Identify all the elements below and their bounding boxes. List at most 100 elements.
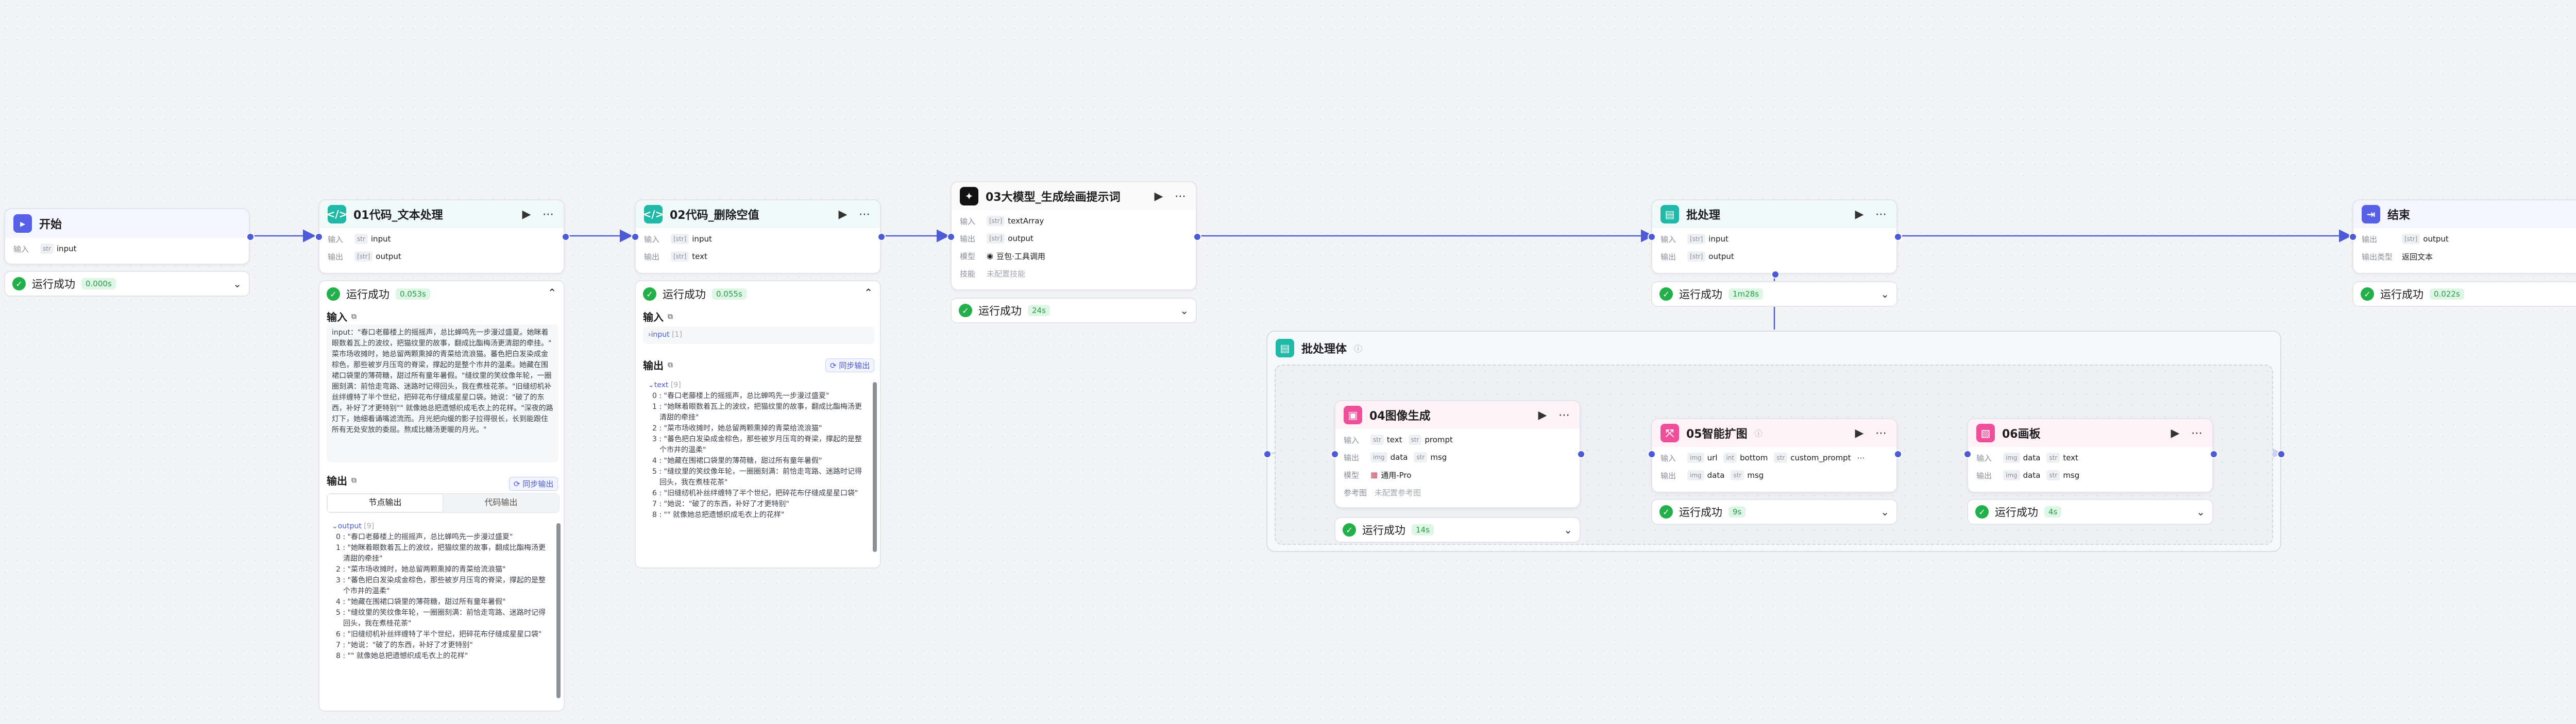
tab-code-output[interactable]: 代码输出 [443,494,559,512]
more-icon[interactable]: ⋯ [2190,427,2204,440]
in-port[interactable] [1963,450,1972,458]
input-section-title: 输入 [327,311,347,323]
output-item: 3 : "蕃色把白发染成金棕色，那些被岁月压弯的脊梁，撑起的是整个市井的温柔" [336,576,546,595]
in-port[interactable] [1648,450,1656,458]
output-item: 5 : "缝纹里的笑纹像年轮，一圈圈刻满：前恰走弯路、迷路时记得回头，我在煮桂花… [336,609,546,628]
batch-status[interactable]: ✓ 运行成功 1m28s ⌄ [1651,281,1897,307]
n05-status[interactable]: ✓ 运行成功 9s ⌄ [1651,499,1897,525]
out-port[interactable] [1193,233,1201,241]
start-node[interactable]: ▸ 开始 输入 str input [4,208,250,265]
output-item: 3 : "蕃色把白发染成金棕色，那些被岁月压弯的脊梁，撑起的是整个市井的温柔" [652,435,862,454]
node-title: 06画板 [2002,428,2041,441]
node-title: 批处理 [1686,209,1721,222]
copy-icon[interactable]: ⧉ [668,361,673,369]
output-item: 6 : "旧缝纫机补丝绊缠特了半个世纪，把碎花布仔缝成星星口袋" [652,489,858,497]
check-icon: ✓ [2361,287,2374,301]
out-port[interactable] [1894,450,1902,458]
output-item: 0 : "春口老藤楼上的摇摇声，总比蝉鸣先一步漫过盛夏" [652,392,829,400]
out-port[interactable] [2210,450,2218,458]
code-node-01[interactable]: </> 01代码_文本处理 ▶ ⋯ 输入 str input 输出 [str] ou… [318,199,565,274]
output-item: 4 : "她藏在围裙口袋里的薄荷糖，甜过所有童年暑假" [336,598,506,606]
run-icon[interactable]: ▶ [1852,427,1867,440]
llm-node-03[interactable]: ✦ 03大模型_生成绘画提示词 ▶ ⋯ 输入 [str] textArray 输出… [951,181,1197,290]
info-icon[interactable]: ⓘ [1354,342,1362,354]
output-item: 2 : "菜市场收摊时，她总留两颗熏掉的青菜给流浪猫" [652,424,822,433]
more-icon[interactable]: ⋯ [1557,409,1571,422]
canvas-node-06[interactable]: ▧ 06画板 ▶ ⋯ 输入 img data str text 输出 img data… [1967,418,2213,493]
run-icon[interactable]: ▶ [1151,190,1166,203]
group-in-port[interactable] [1263,450,1272,458]
node-title: 03大模型_生成绘画提示词 [986,191,1121,204]
in-port[interactable] [315,233,323,241]
input-label: 输入 [13,244,29,254]
more-icon[interactable]: ⋯ [857,208,872,221]
n06-status[interactable]: ✓ 运行成功 4s ⌄ [1967,499,2213,525]
in-port[interactable] [1331,450,1339,458]
chevron-down-icon[interactable]: ⌄ [1880,506,1889,518]
start-out-port[interactable] [246,233,255,241]
end-status[interactable]: ✓ 运行成功 0.022s ⌄ [2352,281,2576,307]
code-node-02[interactable]: </> 02代码_删除空值 ▶ ⋯ 输入 [str] input 输出 [str]… [635,199,881,274]
end-node[interactable]: ⇥ 结束 输出 [str] output 输出类型 返回文本 [2352,199,2576,274]
more-icon[interactable]: ⋯ [1874,427,1888,440]
chevron-down-icon[interactable]: ⌄ [2196,506,2205,518]
chevron-down-icon[interactable]: ⌄ [1564,524,1572,536]
chevron-down-icon[interactable]: ⌄ [233,278,242,290]
model-icon: ◉ [987,251,994,261]
run-icon[interactable]: ▶ [836,208,850,221]
more-icon[interactable]: ⋯ [541,208,555,221]
scrollbar[interactable] [873,382,877,552]
in-port[interactable] [1648,233,1656,241]
n04-status[interactable]: ✓ 运行成功 14s ⌄ [1334,517,1581,543]
check-icon: ✓ [1659,287,1673,301]
output-item: 4 : "她藏在围裙口袋里的薄荷糖，甜过所有童年暑假" [652,457,822,465]
more-vars-icon[interactable]: ⋯ [1857,453,1865,462]
chevron-up-icon[interactable]: ⌃ [548,286,556,299]
body-port[interactable] [1771,270,1780,279]
sync-output-button[interactable]: ⟳ 同步输出 [825,358,875,372]
run-icon[interactable]: ▶ [1535,409,1550,422]
chevron-up-icon[interactable]: ⌃ [864,286,873,299]
input-json: ›input [1] [643,326,875,344]
group-out-port[interactable] [2277,450,2285,458]
tab-node-output[interactable]: 节点输出 [327,494,443,512]
output-item: 2 : "菜市场收摊时，她总留两颗熏掉的青菜给流浪猫" [336,565,506,574]
batch-node[interactable]: ▤ 批处理 ▶ ⋯ 输入 [str] input 输出 [str] output [1651,199,1897,274]
chevron-down-icon[interactable]: ⌄ [1180,304,1189,317]
chevron-down-icon[interactable]: ⌄ [1880,288,1889,300]
run-icon[interactable]: ▶ [519,208,534,221]
code-icon: </> [327,205,347,223]
input-var: input [56,244,77,253]
image-gen-node-04[interactable]: ▣ 04图像生成 ▶ ⋯ 输入 str text str prompt 输出 img… [1334,400,1581,508]
output-item: 1 : "她眯着眼数着瓦上的波纹，把猫纹里的故事，翻成比酯梅汤更清甜的牵挂" [336,544,546,563]
info-icon[interactable]: ⓘ [1755,428,1845,439]
out-port[interactable] [1894,233,1902,241]
more-icon[interactable]: ⋯ [1874,208,1888,221]
output-item: 6 : "旧缝纫机补丝绊缠特了半个世纪，把碎花布仔缝成星星口袋" [336,630,542,639]
node-title: 开始 [39,218,62,231]
copy-icon[interactable]: ⧉ [668,313,673,321]
code-icon: </> [643,205,664,223]
n03-status[interactable]: ✓ 运行成功 24s ⌄ [951,298,1197,323]
batch-icon: ▤ [1660,205,1679,223]
node-title: 02代码_删除空值 [670,209,759,222]
copy-icon[interactable]: ⧉ [351,476,357,485]
more-icon[interactable]: ⋯ [1173,190,1188,203]
run-icon[interactable]: ▶ [1852,208,1867,221]
out-port[interactable] [562,233,570,241]
output-tabs[interactable]: 节点输出 代码输出 [327,493,560,513]
output-json: ⌄output [9] 0 : "春口老藤楼上的摇摇声，总比蝉鸣先一步漫过盛夏"… [327,518,553,703]
in-port[interactable] [631,233,639,241]
outpaint-node-05[interactable]: ⤧ 05智能扩图 ⓘ ▶ ⋯ 输入 img url int bottom str cu… [1651,418,1897,493]
scrollbar[interactable] [556,523,561,698]
out-port[interactable] [877,233,886,241]
out-port[interactable] [1577,450,1585,458]
run-icon[interactable]: ▶ [2168,427,2182,440]
in-port[interactable] [947,233,955,241]
start-status[interactable]: ✓ 运行成功 0.000s ⌄ [4,271,250,297]
check-icon: ✓ [327,287,340,301]
node-title: 05智能扩图 [1686,428,1748,441]
sync-output-button[interactable]: ⟳ 同步输出 [509,477,558,491]
in-port[interactable] [2349,233,2357,241]
copy-icon[interactable]: ⧉ [351,313,357,321]
